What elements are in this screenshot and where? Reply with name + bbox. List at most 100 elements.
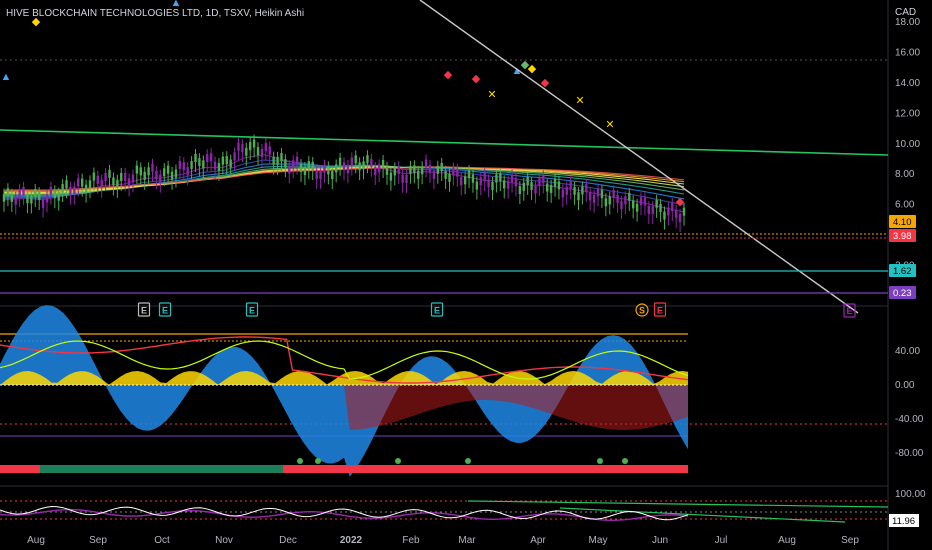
candle-body (546, 183, 549, 192)
candle-body (96, 175, 99, 184)
candle-body (397, 166, 400, 175)
time-tick-label: Aug (778, 535, 796, 546)
candle-body (581, 186, 584, 195)
event-marker-label: E (141, 306, 147, 316)
candle-body (600, 190, 604, 199)
candle-body (170, 171, 174, 180)
candle-body (487, 179, 490, 188)
candle-body (585, 184, 588, 193)
candle-body (463, 176, 467, 185)
candle-body (260, 149, 264, 158)
candle-body (549, 184, 553, 193)
event-marker-label: E (657, 306, 663, 316)
candle-body (674, 209, 678, 218)
candle-body (440, 162, 443, 171)
candle-body (245, 147, 248, 156)
candle-body (45, 194, 49, 203)
candle-body (225, 156, 228, 165)
candle-body (483, 173, 486, 182)
trend-bar-segment (0, 465, 40, 473)
event-marker: E (158, 302, 172, 317)
signal-marker: ✕ (575, 95, 584, 107)
candle-body (2, 193, 6, 202)
price-badge-label: 3.98 (893, 231, 912, 242)
candle-body (354, 155, 357, 164)
candle-body (456, 168, 459, 177)
candle-body (307, 161, 311, 170)
candle-body (510, 174, 514, 183)
candle-body (370, 158, 373, 167)
candle-body (503, 180, 506, 189)
candle-body (620, 201, 623, 210)
candle-body (291, 160, 295, 169)
time-tick-label: Mar (458, 535, 476, 546)
candle-body (534, 185, 537, 194)
candle-body (358, 162, 361, 171)
candle-body (315, 170, 318, 179)
candle-body (288, 165, 291, 174)
candle-body (272, 156, 275, 165)
candle-body (424, 159, 428, 168)
time-tick-label: Sep (89, 535, 107, 546)
signal-marker: ◆ (528, 63, 537, 75)
candle-body (147, 167, 150, 176)
time-tick-label: Dec (279, 535, 297, 546)
candle-body (61, 184, 64, 193)
candle-body (26, 195, 29, 204)
event-marker-label: S (639, 306, 645, 316)
candle-body (57, 192, 60, 201)
candle-body (514, 178, 518, 187)
candle-body (229, 159, 232, 168)
candle-body (553, 178, 557, 187)
candle-body (151, 163, 154, 172)
candle-body (299, 163, 303, 172)
price-tick-label: 16.00 (895, 48, 920, 59)
candle-body (639, 197, 643, 206)
candle-body (237, 142, 240, 151)
osc-tick-label: 40.00 (895, 346, 920, 357)
candle-body (88, 180, 92, 189)
candle-body (303, 167, 307, 176)
candle-body (295, 156, 299, 165)
candle-body (41, 199, 45, 208)
candle-body (256, 147, 260, 156)
candle-body (420, 166, 424, 175)
candle-body (73, 186, 76, 195)
candle-body (671, 203, 674, 212)
price-badge-label: 1.62 (893, 266, 912, 277)
candle-body (565, 186, 568, 195)
candle-body (182, 162, 185, 171)
rsi-trendline (467, 500, 889, 508)
candle-body (678, 213, 682, 222)
candle-body (331, 170, 334, 179)
candle-body (471, 174, 475, 183)
candle-body (409, 165, 412, 174)
candle-body (221, 156, 225, 165)
candle-body (659, 204, 662, 213)
candle-body (448, 173, 451, 182)
candle-body (651, 205, 654, 214)
candle-body (14, 196, 17, 205)
candle-body (444, 170, 447, 179)
signal-marker: ◆ (444, 69, 453, 81)
candle-body (30, 195, 33, 204)
bullish-dot (395, 458, 401, 464)
time-tick-label: Sep (841, 535, 859, 546)
rsi-panel (0, 500, 889, 523)
price-tick-label: 18.00 (895, 17, 920, 28)
candle-body (166, 165, 170, 174)
candle-body (413, 165, 416, 174)
event-marker: E (137, 302, 151, 317)
time-tick-label: May (589, 535, 608, 546)
price-badge-label: 4.10 (893, 217, 912, 228)
candle-body (663, 211, 666, 220)
candle-body (10, 193, 14, 202)
candle-body (475, 181, 479, 190)
currency-label: CAD (895, 7, 916, 18)
candle-body (284, 159, 287, 168)
candle-body (49, 186, 53, 195)
candle-body (116, 179, 119, 188)
rsi-badge-label: 11.96 (892, 516, 915, 527)
candle-body (573, 186, 576, 195)
trend-bar-segment (283, 465, 688, 473)
